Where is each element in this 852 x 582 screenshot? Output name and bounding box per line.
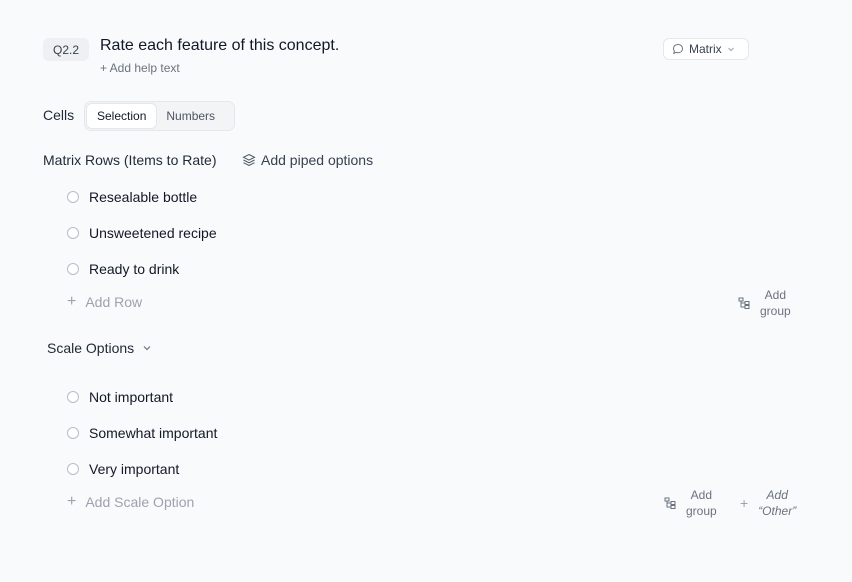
radio-icon bbox=[67, 463, 79, 475]
add-group-text: Add group bbox=[686, 487, 717, 519]
add-row-label: Add Row bbox=[85, 294, 143, 310]
plus-icon: + bbox=[67, 293, 77, 310]
add-other-line2: “Other” bbox=[758, 504, 797, 518]
add-scale-option-button[interactable]: + Add Scale Option bbox=[67, 493, 195, 511]
add-piped-options-label: Add piped options bbox=[261, 152, 374, 168]
add-help-text-link[interactable]: + Add help text bbox=[100, 61, 180, 75]
add-other-text: Add “Other” bbox=[758, 487, 796, 519]
chevron-down-icon bbox=[143, 346, 151, 351]
matrix-row-item[interactable]: Ready to drink bbox=[67, 261, 179, 277]
add-other-line1: Add bbox=[766, 488, 788, 502]
add-piped-options-button[interactable]: Add piped options bbox=[242, 152, 373, 168]
add-group-line1: Add bbox=[764, 288, 787, 302]
add-group-line2: group bbox=[760, 304, 791, 318]
radio-icon bbox=[67, 427, 79, 439]
question-title[interactable]: Rate each feature of this concept. bbox=[100, 37, 339, 55]
scale-option-label[interactable]: Not important bbox=[89, 389, 173, 405]
chat-bubble-icon bbox=[672, 43, 684, 55]
plus-icon: + bbox=[740, 495, 749, 511]
add-row-button[interactable]: + Add Row bbox=[67, 293, 143, 311]
add-group-text: Add group bbox=[760, 287, 791, 319]
add-other-option-button[interactable]: + Add “Other” bbox=[740, 487, 796, 519]
question-id-badge: Q2.2 bbox=[43, 38, 89, 61]
add-scale-group-button[interactable]: Add group bbox=[664, 487, 717, 519]
question-type-label: Matrix bbox=[689, 42, 722, 56]
question-type-dropdown[interactable]: Matrix bbox=[663, 38, 749, 60]
matrix-row-item[interactable]: Unsweetened recipe bbox=[67, 225, 217, 241]
question-id: Q2.2 bbox=[52, 42, 79, 57]
add-row-group-button[interactable]: Add group bbox=[738, 287, 791, 319]
scale-option-item[interactable]: Not important bbox=[67, 389, 173, 405]
scale-option-item[interactable]: Very important bbox=[67, 461, 179, 477]
matrix-row-label[interactable]: Resealable bottle bbox=[89, 189, 197, 205]
matrix-row-label[interactable]: Ready to drink bbox=[89, 261, 179, 277]
plus-icon: + bbox=[67, 493, 77, 510]
matrix-rows-heading: Matrix Rows (Items to Rate) bbox=[43, 152, 217, 168]
chevron-down-icon bbox=[727, 47, 734, 52]
scale-option-label[interactable]: Somewhat important bbox=[89, 425, 217, 441]
radio-icon bbox=[67, 227, 79, 239]
scale-option-label[interactable]: Very important bbox=[89, 461, 179, 477]
scale-options-toggle[interactable]: Scale Options bbox=[47, 340, 152, 356]
cells-label: Cells bbox=[43, 107, 75, 123]
radio-icon bbox=[67, 191, 79, 203]
add-scale-option-label: Add Scale Option bbox=[85, 494, 195, 510]
scale-options-heading: Scale Options bbox=[47, 340, 135, 356]
question-editor: Q2.2 Rate each feature of this concept. … bbox=[0, 0, 852, 582]
hierarchy-icon bbox=[664, 497, 676, 509]
cells-segmented-control: Selection Numbers bbox=[84, 101, 235, 131]
cells-option-selection[interactable]: Selection bbox=[87, 104, 157, 128]
add-group-line1: Add bbox=[690, 488, 713, 502]
cells-option-numbers[interactable]: Numbers bbox=[156, 104, 225, 128]
radio-icon bbox=[67, 263, 79, 275]
radio-icon bbox=[67, 391, 79, 403]
add-group-line2: group bbox=[686, 504, 717, 518]
matrix-row-label[interactable]: Unsweetened recipe bbox=[89, 225, 217, 241]
layers-icon bbox=[242, 153, 256, 167]
scale-option-item[interactable]: Somewhat important bbox=[67, 425, 217, 441]
hierarchy-icon bbox=[738, 297, 750, 309]
matrix-row-item[interactable]: Resealable bottle bbox=[67, 189, 197, 205]
